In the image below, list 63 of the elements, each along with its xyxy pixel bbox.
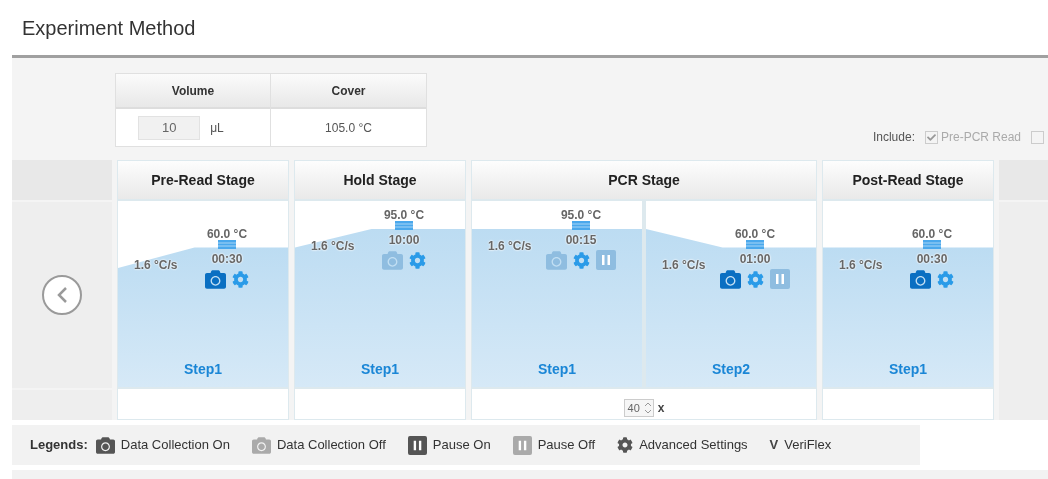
legend-label: Advanced Settings — [639, 436, 748, 455]
temperature-handle[interactable] — [923, 239, 941, 249]
legend-label: Data Collection Off — [276, 436, 386, 455]
step-label[interactable]: Step1 — [360, 359, 400, 380]
stage-header[interactable]: Hold Stage — [295, 161, 465, 199]
gear-icon[interactable] — [573, 251, 590, 269]
stage-header[interactable]: Post-Read Stage — [823, 161, 993, 199]
legend-label: VeriFlex — [784, 436, 832, 455]
temperature-handle[interactable] — [572, 220, 590, 230]
stage-header[interactable]: Pre-Read Stage — [118, 161, 288, 199]
camera-icon[interactable] — [910, 268, 931, 290]
stage-header[interactable]: PCR Stage — [472, 161, 816, 199]
cycle-suffix: x — [657, 400, 665, 417]
legend-label: Pause On — [432, 436, 491, 455]
pause-icon[interactable] — [407, 435, 427, 455]
temperature-value[interactable]: 60.0 °C — [911, 225, 953, 242]
camera-icon[interactable] — [720, 268, 741, 290]
hold-time[interactable]: 01:00 — [739, 250, 771, 267]
step-label[interactable]: Step1 — [537, 359, 577, 380]
ramp-rate[interactable]: 1.6 °C/s — [488, 236, 532, 255]
step-label[interactable]: Step1 — [888, 359, 928, 380]
temperature-handle[interactable] — [395, 220, 413, 230]
temperature-handle[interactable] — [746, 239, 764, 249]
spinner-icon[interactable] — [642, 400, 653, 416]
checkbox-label: Pre-PCR Read — [940, 129, 1021, 146]
step-label[interactable]: Step2 — [711, 359, 751, 380]
temperature-value[interactable]: 95.0 °C — [383, 206, 425, 223]
volume-unit: μL — [210, 119, 224, 137]
camera-icon[interactable] — [205, 268, 226, 290]
hold-time[interactable]: 00:15 — [565, 231, 597, 248]
camera-icon — [251, 435, 271, 455]
temperature-value[interactable]: 95.0 °C — [560, 206, 602, 223]
check-icon — [926, 132, 936, 142]
legend-label: Data Collection On — [120, 436, 230, 455]
hold-time[interactable]: 00:30 — [916, 250, 948, 267]
temperature-value[interactable]: 60.0 °C — [206, 225, 248, 242]
gear-icon[interactable] — [409, 251, 426, 269]
gear-icon[interactable] — [232, 270, 249, 288]
gear-icon[interactable] — [747, 270, 764, 288]
temperature-handle[interactable] — [218, 239, 236, 249]
ramp-rate[interactable]: 1.6 °C/s — [311, 236, 355, 255]
hold-time[interactable]: 10:00 — [388, 231, 420, 248]
back-button[interactable] — [42, 275, 82, 315]
gear-icon[interactable] — [937, 270, 954, 288]
cycle-count-field[interactable]: 40 — [623, 399, 654, 417]
temperature-value[interactable]: 60.0 °C — [734, 225, 776, 242]
column-header: Volume — [116, 74, 270, 109]
column-header: Cover — [271, 74, 426, 109]
legend-label: Pause Off — [537, 436, 596, 455]
gear-icon — [617, 437, 634, 453]
step-label[interactable]: Step1 — [183, 359, 223, 380]
cover-temperature: 105.0 °C — [325, 119, 372, 137]
camera-icon — [95, 435, 115, 455]
ramp-rate[interactable]: 1.6 °C/s — [662, 255, 706, 274]
veriflex-symbol: V — [769, 436, 779, 455]
hold-time[interactable]: 00:30 — [211, 250, 243, 267]
legend-title: Legends: — [30, 436, 88, 455]
include-label: Include: — [872, 129, 915, 146]
ramp-rate[interactable]: 1.6 °C/s — [134, 255, 178, 274]
page-title: Experiment Method — [22, 15, 196, 41]
ramp-rate[interactable]: 1.6 °C/s — [839, 255, 883, 274]
volume-field[interactable]: 10 — [138, 115, 201, 140]
chevron-left-icon — [56, 286, 68, 304]
